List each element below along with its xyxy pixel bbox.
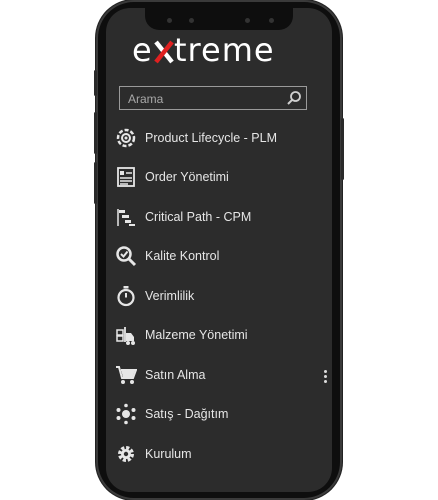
menu-item-label: Kurulum xyxy=(145,446,192,461)
search-box[interactable] xyxy=(119,86,307,110)
menu-item-label: Product Lifecycle - PLM xyxy=(145,130,277,145)
quality-check-icon xyxy=(115,245,137,267)
extreme-logo: e treme xyxy=(132,31,275,69)
search-input[interactable] xyxy=(126,89,280,109)
volume-button xyxy=(94,112,97,154)
menu-item-efficiency[interactable]: Verimlilik xyxy=(115,276,325,316)
menu-item-order[interactable]: Order Yönetimi xyxy=(115,158,325,198)
brand-logo: e treme xyxy=(130,28,310,72)
menu-item-plm[interactable]: Product Lifecycle - PLM xyxy=(115,118,325,158)
menu-item-label: Verimlilik xyxy=(145,288,195,303)
more-options-icon[interactable] xyxy=(322,368,328,386)
stopwatch-icon xyxy=(115,285,137,307)
volume-button xyxy=(94,70,97,96)
gear-target-icon xyxy=(115,127,137,149)
settings-gear-icon xyxy=(115,443,137,465)
distribution-icon xyxy=(115,403,137,425)
menu-item-label: Critical Path - CPM xyxy=(145,209,252,224)
menu-item-label: Satış - Dağıtım xyxy=(145,407,229,422)
menu-item-sales[interactable]: Satış - Dağıtım xyxy=(115,395,325,435)
search-icon[interactable] xyxy=(286,90,302,111)
menu-item-label: Malzeme Yönetimi xyxy=(145,328,248,343)
menu-item-cpm[interactable]: Critical Path - CPM xyxy=(115,197,325,237)
menu-item-label: Kalite Kontrol xyxy=(145,249,220,264)
shopping-cart-icon xyxy=(115,364,137,386)
main-menu: Product Lifecycle - PLM Order Yönetimi C… xyxy=(115,118,325,474)
phone-notch xyxy=(145,4,293,30)
power-button xyxy=(341,118,344,180)
volume-button xyxy=(94,162,97,204)
menu-item-setup[interactable]: Kurulum xyxy=(115,434,325,474)
svg-text:treme: treme xyxy=(174,31,275,69)
svg-text:e: e xyxy=(132,31,153,69)
menu-item-label: Satın Alma xyxy=(145,367,206,382)
gantt-icon xyxy=(115,206,137,228)
order-document-icon xyxy=(115,166,137,188)
menu-item-quality[interactable]: Kalite Kontrol xyxy=(115,237,325,277)
menu-item-purchasing[interactable]: Satın Alma xyxy=(115,355,325,395)
forklift-icon xyxy=(115,324,137,346)
menu-item-material[interactable]: Malzeme Yönetimi xyxy=(115,316,325,356)
menu-item-label: Order Yönetimi xyxy=(145,170,229,185)
